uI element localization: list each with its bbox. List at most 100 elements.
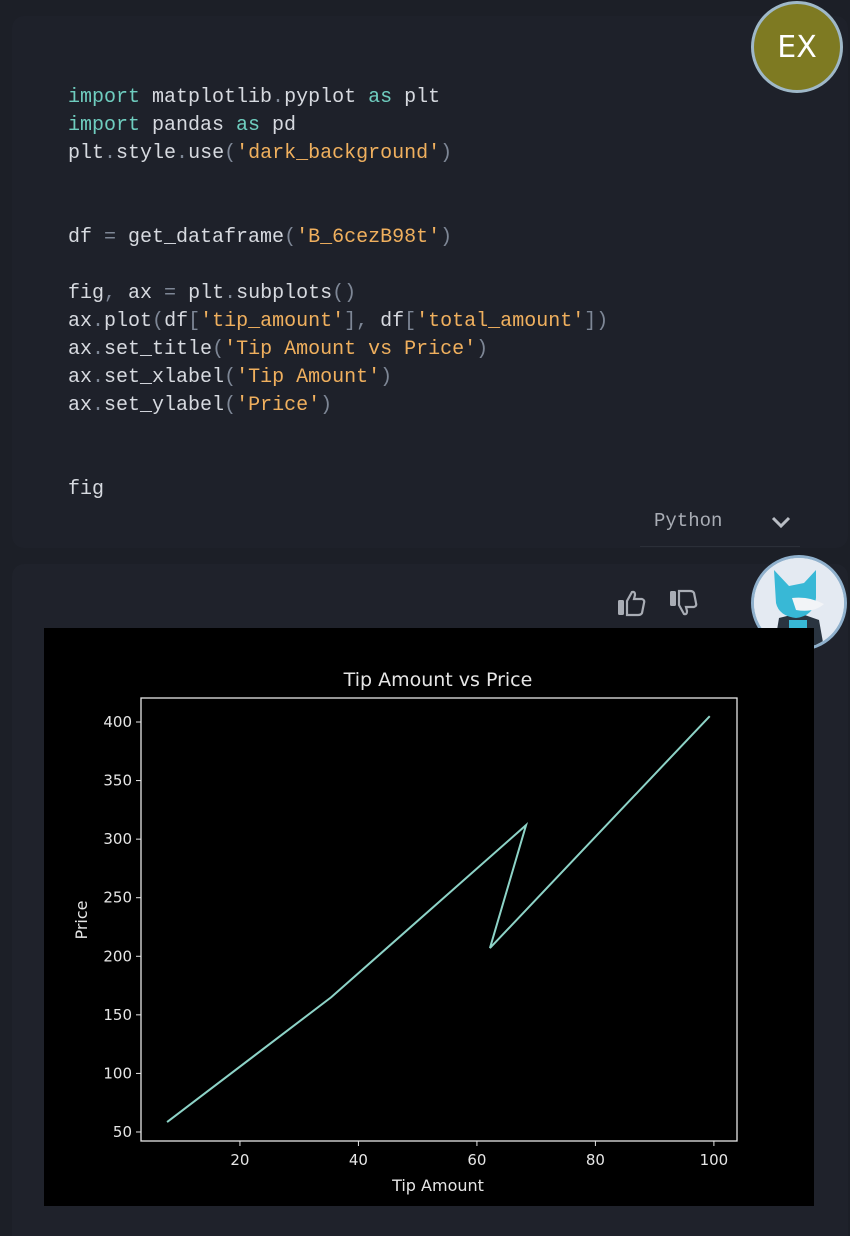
code-token: , bbox=[104, 282, 117, 305]
chart-svg: Tip Amount vs Price Tip Amount Price 20 4… bbox=[72, 669, 738, 1195]
code-token: ( bbox=[212, 338, 225, 361]
code-token: df bbox=[164, 310, 189, 333]
code-token: ax bbox=[68, 366, 93, 389]
code-token: () bbox=[332, 282, 357, 305]
code-token: ) bbox=[380, 366, 393, 389]
code-token: subplots bbox=[236, 282, 333, 305]
code-token: plot bbox=[104, 310, 153, 333]
code-line: plt.style.use('dark_background') bbox=[68, 140, 608, 168]
code-token: . bbox=[92, 366, 105, 389]
code-line: fig, ax = plt.subplots() bbox=[68, 280, 608, 308]
code-token: as bbox=[236, 114, 261, 137]
code-token: fig bbox=[68, 478, 105, 501]
code-token: ], bbox=[344, 310, 369, 333]
code-token: df bbox=[368, 310, 405, 333]
code-line: ax.set_xlabel('Tip Amount') bbox=[68, 364, 608, 392]
language-selector[interactable]: Python bbox=[640, 502, 800, 547]
avatar-initials: EX bbox=[777, 29, 817, 65]
thumbs-down-icon[interactable] bbox=[668, 588, 700, 618]
code-token: [ bbox=[404, 310, 417, 333]
x-axis-label: Tip Amount bbox=[391, 1176, 484, 1195]
code-token: ( bbox=[224, 394, 237, 417]
code-token: = bbox=[104, 226, 117, 249]
y-tick-label: 200 bbox=[103, 947, 132, 965]
code-token: ax bbox=[68, 338, 93, 361]
chart-title: Tip Amount vs Price bbox=[343, 669, 533, 691]
thumbs-up-icon[interactable] bbox=[616, 588, 648, 618]
code-token: ) bbox=[440, 142, 453, 165]
y-tick-label: 350 bbox=[103, 772, 132, 790]
y-tick-label: 150 bbox=[103, 1006, 132, 1024]
code-token: . bbox=[272, 86, 285, 109]
code-token: fig bbox=[68, 282, 105, 305]
y-tick-label: 50 bbox=[113, 1123, 132, 1141]
code-token: set_title bbox=[104, 338, 213, 361]
code-line: ax.plot(df['tip_amount'], df['total_amou… bbox=[68, 308, 608, 336]
code-token: . bbox=[92, 310, 105, 333]
code-token: use bbox=[188, 142, 225, 165]
code-token: 'Tip Amount' bbox=[236, 366, 381, 389]
x-tick-label: 100 bbox=[700, 1151, 729, 1169]
code-token: [ bbox=[188, 310, 201, 333]
x-tick-label: 80 bbox=[586, 1151, 605, 1169]
code-token: plt bbox=[392, 86, 441, 109]
code-token: set_xlabel bbox=[104, 366, 225, 389]
code-token: . bbox=[104, 142, 117, 165]
code-token: ) bbox=[320, 394, 333, 417]
code-token: set_ylabel bbox=[104, 394, 225, 417]
y-tick-label: 100 bbox=[103, 1064, 132, 1082]
code-token: 'Tip Amount vs Price' bbox=[224, 338, 477, 361]
chevron-down-icon bbox=[771, 516, 791, 529]
code-token: ax bbox=[68, 394, 93, 417]
language-label: Python bbox=[654, 510, 723, 532]
code-token: plt bbox=[176, 282, 225, 305]
y-tick-label: 400 bbox=[103, 713, 132, 731]
code-token: ]) bbox=[584, 310, 609, 333]
code-token: . bbox=[224, 282, 237, 305]
chart: Tip Amount vs Price Tip Amount Price 20 4… bbox=[44, 628, 814, 1206]
user-avatar: EX bbox=[751, 1, 843, 93]
code-line: df = get_dataframe('B_6cezB98t') bbox=[68, 224, 608, 252]
code-token: 'total_amount' bbox=[416, 310, 585, 333]
y-tick-label: 300 bbox=[103, 830, 132, 848]
code-line: fig bbox=[68, 476, 608, 504]
code-token: . bbox=[92, 338, 105, 361]
code-token: 'dark_background' bbox=[236, 142, 441, 165]
code-token: ( bbox=[152, 310, 165, 333]
code-token: as bbox=[368, 86, 393, 109]
code-token: import bbox=[68, 114, 141, 137]
code-token: plt bbox=[68, 142, 105, 165]
code-line: import matplotlib.pyplot as plt bbox=[68, 84, 608, 112]
code-token: get_dataframe bbox=[116, 226, 285, 249]
code-token: matplotlib bbox=[140, 86, 273, 109]
code-token: ( bbox=[224, 366, 237, 389]
code-line: ax.set_title('Tip Amount vs Price') bbox=[68, 336, 608, 364]
code-cell: import matplotlib.pyplot as plt import pa… bbox=[12, 16, 848, 548]
code-token: . bbox=[92, 394, 105, 417]
x-tick-label: 20 bbox=[230, 1151, 249, 1169]
code-token: style bbox=[116, 142, 177, 165]
code-line: import pandas as pd bbox=[68, 112, 608, 140]
y-tick-label: 250 bbox=[103, 889, 132, 907]
code-token: ax bbox=[116, 282, 165, 305]
code-token: = bbox=[164, 282, 177, 305]
code-token: ( bbox=[224, 142, 237, 165]
code-token: pyplot bbox=[284, 86, 369, 109]
y-axis-label: Price bbox=[72, 900, 91, 939]
x-tick-label: 40 bbox=[349, 1151, 368, 1169]
code-token: . bbox=[176, 142, 189, 165]
code-token: import bbox=[68, 86, 141, 109]
code-token: ) bbox=[476, 338, 489, 361]
code-token: 'tip_amount' bbox=[200, 310, 345, 333]
code-line: ax.set_ylabel('Price') bbox=[68, 392, 608, 420]
code-token: pandas bbox=[140, 114, 237, 137]
series-line bbox=[166, 715, 711, 1123]
code-token: ( bbox=[284, 226, 297, 249]
code-editor[interactable]: import matplotlib.pyplot as plt import pa… bbox=[68, 84, 608, 504]
code-token: pd bbox=[260, 114, 297, 137]
